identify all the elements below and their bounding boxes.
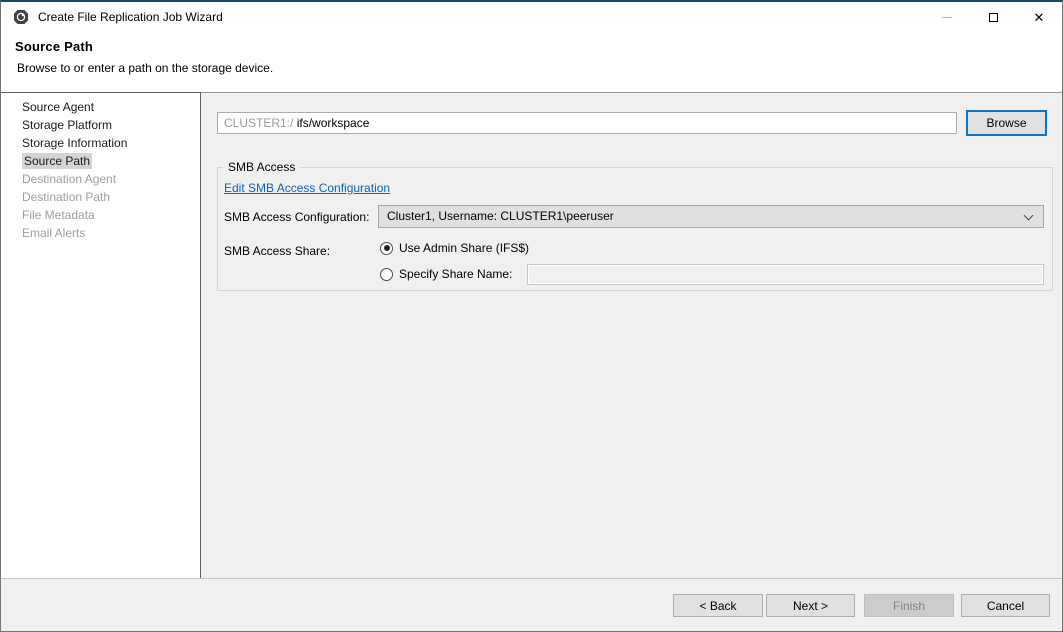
sidebar-item-email-alerts: Email Alerts — [1, 224, 200, 242]
sidebar-item-file-metadata: File Metadata — [1, 206, 200, 224]
smb-group-title: SMB Access — [223, 160, 300, 174]
page-title: Source Path — [15, 39, 1062, 54]
maximize-icon — [989, 13, 998, 22]
app-logo-icon — [13, 9, 29, 25]
smb-config-dropdown[interactable]: Cluster1, Username: CLUSTER1\peeruser — [378, 205, 1044, 228]
sidebar-item-destination-agent: Destination Agent — [1, 170, 200, 188]
edit-smb-access-link[interactable]: Edit SMB Access Configuration — [224, 181, 390, 195]
step-content: CLUSTER1:/ ifs/workspace Browse SMB Acce… — [201, 93, 1062, 578]
specify-share-name-radio-label: Specify Share Name: — [399, 267, 512, 281]
specify-share-name-option[interactable]: Specify Share Name: — [380, 267, 512, 281]
close-button[interactable]: ✕ — [1016, 2, 1062, 32]
minimize-icon — [942, 17, 952, 18]
smb-config-selected-value: Cluster1, Username: CLUSTER1\peeruser — [387, 209, 614, 223]
path-prefix: CLUSTER1:/ — [224, 116, 293, 130]
cancel-button[interactable]: Cancel — [961, 594, 1050, 617]
specify-share-name-radio[interactable] — [380, 268, 393, 281]
sidebar-item-source-path[interactable]: Source Path — [1, 152, 200, 170]
page-subtitle: Browse to or enter a path on the storage… — [17, 61, 1062, 75]
path-value: ifs/workspace — [297, 116, 370, 130]
sidebar-item-source-agent[interactable]: Source Agent — [1, 98, 200, 116]
wizard-body: Source Agent Storage Platform Storage In… — [1, 92, 1062, 578]
use-admin-share-option[interactable]: Use Admin Share (IFS$) — [380, 241, 529, 255]
sidebar-item-storage-information[interactable]: Storage Information — [1, 134, 200, 152]
back-button[interactable]: < Back — [673, 594, 763, 617]
smb-share-label: SMB Access Share: — [224, 244, 330, 258]
next-button[interactable]: Next > — [766, 594, 855, 617]
minimize-button[interactable] — [924, 2, 970, 32]
window-title: Create File Replication Job Wizard — [38, 10, 223, 24]
wizard-window: Create File Replication Job Wizard ✕ Sou… — [0, 0, 1063, 632]
smb-access-group: SMB Access Edit SMB Access Configuration… — [217, 167, 1053, 291]
wizard-footer: < Back Next > Finish Cancel — [1, 578, 1062, 631]
sidebar-item-destination-path: Destination Path — [1, 188, 200, 206]
close-icon: ✕ — [1034, 11, 1045, 24]
share-name-input[interactable] — [527, 264, 1044, 285]
browse-button[interactable]: Browse — [966, 110, 1047, 136]
source-path-input[interactable]: CLUSTER1:/ ifs/workspace — [217, 112, 957, 134]
use-admin-share-radio-label: Use Admin Share (IFS$) — [399, 241, 529, 255]
titlebar: Create File Replication Job Wizard ✕ — [1, 2, 1062, 32]
chevron-down-icon — [1024, 211, 1034, 221]
sidebar-item-storage-platform[interactable]: Storage Platform — [1, 116, 200, 134]
finish-button: Finish — [864, 594, 954, 617]
maximize-button[interactable] — [970, 2, 1016, 32]
wizard-header: Source Path Browse to or enter a path on… — [1, 32, 1062, 92]
window-controls: ✕ — [924, 2, 1062, 32]
use-admin-share-radio[interactable] — [380, 242, 393, 255]
smb-config-label: SMB Access Configuration: — [224, 210, 369, 224]
wizard-steps-sidebar: Source Agent Storage Platform Storage In… — [1, 92, 201, 579]
